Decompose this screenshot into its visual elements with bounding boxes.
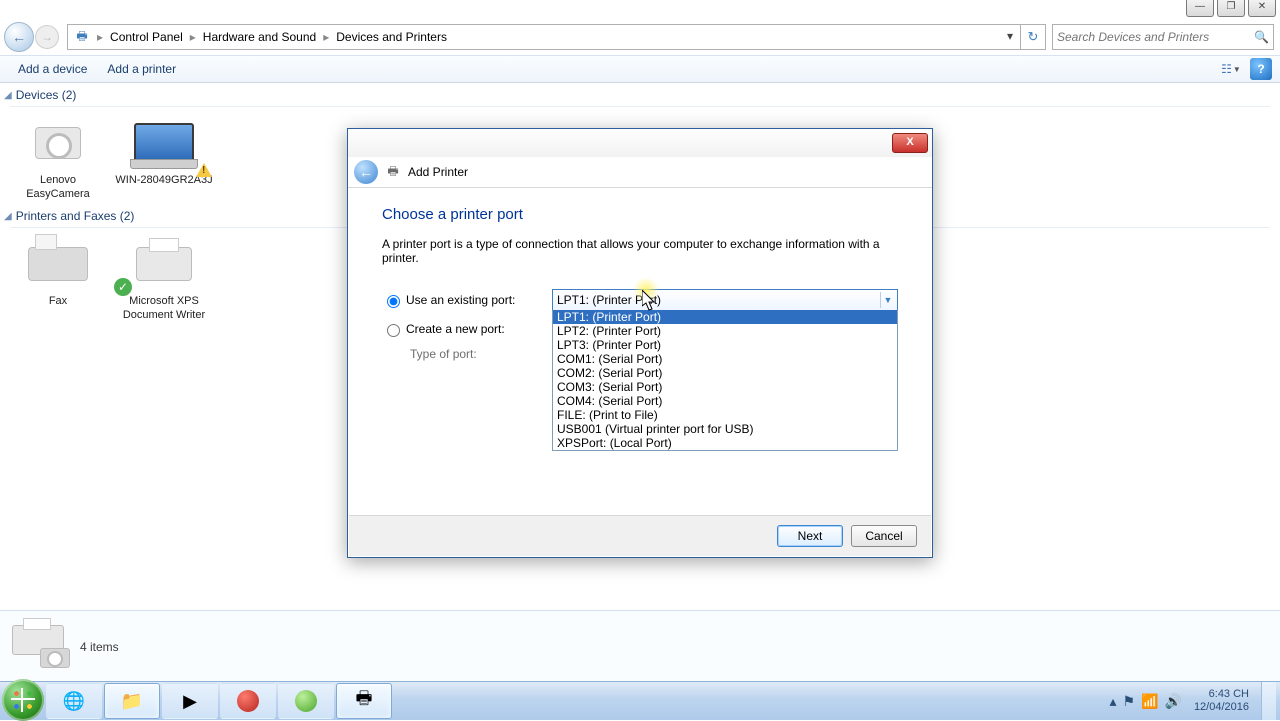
address-dropdown-icon[interactable]: ▾	[1002, 27, 1018, 45]
tray-network-icon[interactable]: 📶	[1141, 693, 1158, 710]
taskbar-media[interactable]: ▶	[162, 683, 218, 719]
nav-back-button[interactable]: ←	[4, 22, 34, 52]
nav-forward-button: →	[35, 25, 59, 49]
refresh-button[interactable]: ↻	[1021, 24, 1046, 50]
type-of-port-label: Type of port:	[410, 347, 477, 361]
taskbar-explorer[interactable]: 📁	[104, 683, 160, 719]
location-icon: 🖶	[73, 28, 91, 46]
crumb-hardware-sound[interactable]: Hardware and Sound	[199, 30, 320, 44]
chevron-right-icon[interactable]: ▸	[94, 30, 106, 44]
details-count: 4 items	[80, 640, 119, 654]
combo-option[interactable]: LPT2: (Printer Port)	[553, 324, 897, 338]
tray-time: 6:43 CH	[1194, 688, 1249, 701]
dialog-description: A printer port is a type of connection t…	[382, 237, 898, 265]
combo-option[interactable]: LPT3: (Printer Port)	[553, 338, 897, 352]
combo-option[interactable]: FILE: (Print to File)	[553, 408, 897, 422]
taskbar-app-red[interactable]	[220, 683, 276, 719]
combo-option[interactable]: COM1: (Serial Port)	[553, 352, 897, 366]
existing-port-combo[interactable]: LPT1: (Printer Port) ▼ LPT1: (Printer Po…	[552, 289, 898, 311]
combo-option[interactable]: COM4: (Serial Port)	[553, 394, 897, 408]
search-input[interactable]	[1053, 30, 1273, 44]
tray-flag-icon[interactable]: ⚑	[1123, 693, 1136, 710]
taskbar-control-panel[interactable]: 🖶	[336, 683, 392, 719]
radio-existing-port[interactable]: Use an existing port:	[382, 292, 552, 308]
tray-volume-icon[interactable]: 🔊	[1165, 693, 1182, 710]
address-bar[interactable]: 🖶 ▸ Control Panel▸ Hardware and Sound▸ D…	[67, 24, 1021, 50]
search-icon: 🔍	[1254, 30, 1269, 44]
chevron-right-icon[interactable]: ▸	[187, 30, 199, 44]
section-devices-header: Devices (2)	[16, 88, 77, 102]
view-options-button[interactable]: ☷▼	[1220, 58, 1242, 80]
combo-display[interactable]: LPT1: (Printer Port) ▼	[552, 289, 898, 311]
printer-icon: 🖶	[384, 163, 402, 181]
chevron-down-icon[interactable]: ▼	[880, 292, 895, 308]
search-box[interactable]: 🔍	[1052, 24, 1274, 50]
collapse-icon[interactable]: ◢	[4, 211, 12, 222]
dialog-heading: Choose a printer port	[382, 206, 898, 223]
dialog-close-button[interactable]: X	[892, 133, 928, 153]
details-icon	[10, 619, 70, 674]
close-button[interactable]: ✕	[1248, 0, 1276, 17]
webcam-icon	[35, 127, 81, 159]
radio-create-label: Create a new port:	[406, 322, 505, 336]
taskbar-ie[interactable]: 🌐	[46, 683, 102, 719]
combo-option[interactable]: LPT1: (Printer Port)	[553, 310, 897, 324]
start-button[interactable]	[2, 679, 44, 721]
next-button[interactable]: Next	[777, 525, 843, 547]
combo-option[interactable]: COM2: (Serial Port)	[553, 366, 897, 380]
warning-badge-icon	[196, 155, 212, 177]
combo-option[interactable]: COM3: (Serial Port)	[553, 380, 897, 394]
printer-icon	[136, 247, 192, 281]
printer-label: Fax	[8, 294, 108, 308]
taskbar-app-green[interactable]	[278, 683, 334, 719]
radio-create-port-input[interactable]	[387, 324, 400, 337]
chevron-right-icon[interactable]: ▸	[320, 30, 332, 44]
printer-item-fax[interactable]: Fax	[8, 234, 108, 322]
help-button[interactable]: ?	[1250, 58, 1272, 80]
device-label: Lenovo EasyCamera	[8, 173, 108, 201]
printer-item-xps[interactable]: ✓ Microsoft XPS Document Writer	[114, 234, 214, 322]
combo-list: LPT1: (Printer Port) LPT2: (Printer Port…	[552, 310, 898, 451]
crumb-devices-printers[interactable]: Devices and Printers	[332, 30, 451, 44]
tray-date: 12/04/2016	[1194, 701, 1249, 714]
maximize-button[interactable]: ❐	[1217, 0, 1245, 17]
device-item-camera[interactable]: Lenovo EasyCamera	[8, 113, 108, 201]
radio-existing-port-input[interactable]	[387, 295, 400, 308]
show-desktop-button[interactable]	[1261, 682, 1276, 720]
dialog-titlebar[interactable]: X	[348, 129, 932, 157]
radio-existing-label: Use an existing port:	[406, 293, 515, 307]
fax-icon	[28, 247, 88, 281]
crumb-control-panel[interactable]: Control Panel	[106, 30, 187, 44]
cmd-add-printer[interactable]: Add a printer	[97, 62, 186, 76]
cancel-button[interactable]: Cancel	[851, 525, 917, 547]
tray-chevron-icon[interactable]: ▴	[1109, 693, 1116, 710]
printer-label: Microsoft XPS Document Writer	[114, 294, 214, 322]
laptop-icon	[134, 123, 194, 163]
dialog-back-button[interactable]: ←	[354, 160, 378, 184]
section-printers-header: Printers and Faxes (2)	[16, 209, 135, 223]
minimize-button[interactable]: —	[1186, 0, 1214, 17]
tray-clock[interactable]: 6:43 CH 12/04/2016	[1194, 688, 1249, 714]
default-check-icon: ✓	[114, 278, 132, 296]
add-printer-dialog: X ← 🖶 Add Printer Choose a printer port …	[347, 128, 933, 558]
device-item-pc[interactable]: WIN-28049GR2A3J	[114, 113, 214, 201]
collapse-icon[interactable]: ◢	[4, 90, 12, 101]
combo-option[interactable]: USB001 (Virtual printer port for USB)	[553, 422, 897, 436]
combo-option[interactable]: XPSPort: (Local Port)	[553, 436, 897, 450]
radio-create-port[interactable]: Create a new port:	[382, 321, 552, 337]
dialog-title: Add Printer	[408, 165, 468, 179]
cmd-add-device[interactable]: Add a device	[8, 62, 97, 76]
details-pane: 4 items	[0, 610, 1280, 682]
